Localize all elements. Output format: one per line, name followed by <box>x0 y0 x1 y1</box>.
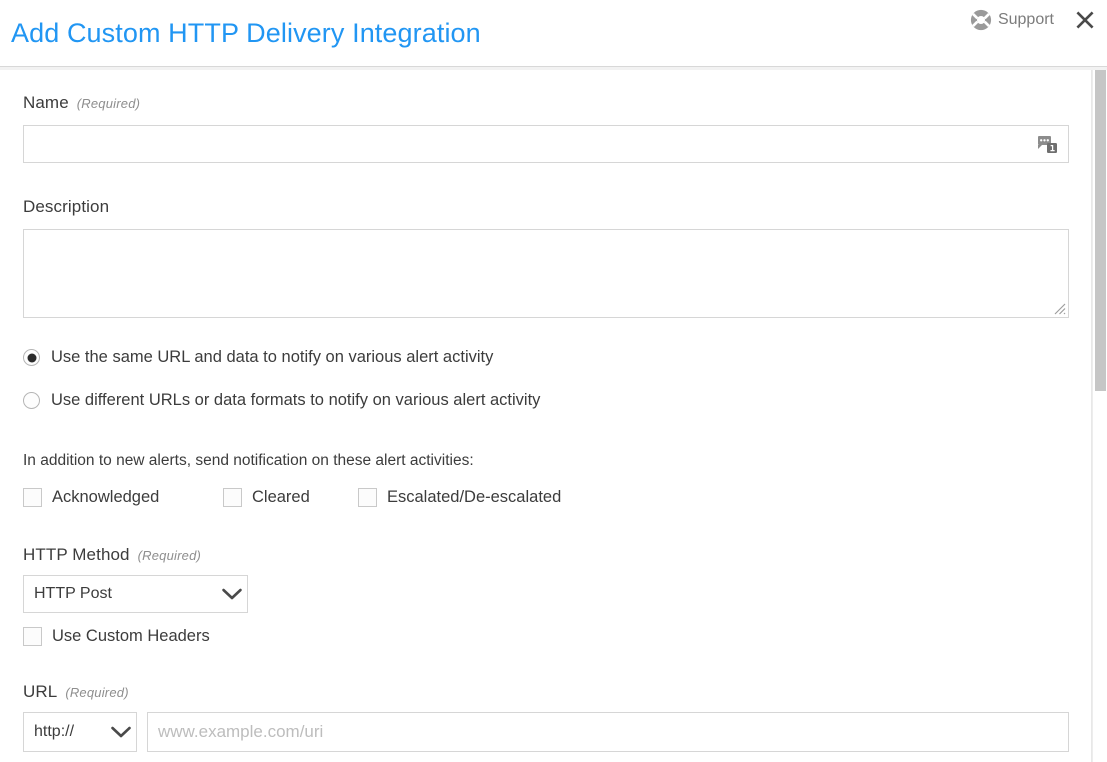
name-required-tag: (Required) <box>76 96 141 111</box>
checkbox-label-acknowledged: Acknowledged <box>52 488 160 506</box>
description-label-row: Description <box>23 197 109 217</box>
http-method-selected-value: HTTP Post <box>34 585 112 602</box>
close-dialog-button[interactable] <box>1068 3 1102 37</box>
radio-indicator-different-urls <box>23 392 40 409</box>
url-scheme-selected-value: http:// <box>34 723 75 740</box>
support-label: Support <box>997 11 1054 28</box>
url-label: URL <box>23 682 58 701</box>
checkbox-use-custom-headers[interactable]: Use Custom Headers <box>23 627 210 646</box>
radio-option-different-urls[interactable]: Use different URLs or data formats to no… <box>23 391 540 410</box>
url-required-tag: (Required) <box>65 685 129 700</box>
name-label-row: Name (Required) <box>23 93 140 113</box>
support-link[interactable]: Support <box>970 9 1054 31</box>
radio-label-different-urls: Use different URLs or data formats to no… <box>51 391 541 409</box>
integration-form: Name (Required) Description Use the same… <box>0 70 1092 762</box>
checkbox-label-cleared: Cleared <box>252 488 310 506</box>
radio-indicator-same-url <box>23 349 40 366</box>
header-actions: Support <box>970 0 1107 40</box>
alert-activities-checkbox-group: Acknowledged Cleared Escalated/De-escala… <box>23 488 561 507</box>
radio-option-same-url[interactable]: Use the same URL and data to notify on v… <box>23 348 493 367</box>
url-input-wrapper <box>147 712 1069 752</box>
scrollbar-thumb[interactable] <box>1095 70 1106 391</box>
close-icon <box>1076 11 1094 29</box>
chevron-down-icon <box>106 725 136 739</box>
dialog-header: Add Custom HTTP Delivery Integration Sup… <box>0 0 1107 68</box>
token-insert-icon[interactable] <box>1037 133 1059 155</box>
description-label: Description <box>23 197 110 216</box>
url-input[interactable] <box>148 713 1068 751</box>
description-textarea-wrapper <box>23 229 1069 318</box>
checkbox-box-escalated <box>358 488 377 507</box>
name-input-wrapper <box>23 125 1069 163</box>
checkbox-box-use-custom-headers <box>23 627 42 646</box>
name-input[interactable] <box>24 126 1068 162</box>
checkbox-box-acknowledged <box>23 488 42 507</box>
checkbox-acknowledged[interactable]: Acknowledged <box>23 488 223 507</box>
http-method-select[interactable]: HTTP Post <box>23 575 248 613</box>
radio-label-same-url: Use the same URL and data to notify on v… <box>51 348 494 366</box>
checkbox-label-escalated: Escalated/De-escalated <box>387 488 562 506</box>
url-scheme-select[interactable]: http:// <box>23 712 137 752</box>
checkbox-escalated[interactable]: Escalated/De-escalated <box>358 488 561 507</box>
checkbox-cleared[interactable]: Cleared <box>223 488 358 507</box>
chevron-down-icon <box>217 587 247 601</box>
lifebuoy-icon <box>970 9 992 31</box>
name-label: Name <box>23 93 69 112</box>
page-title: Add Custom HTTP Delivery Integration <box>11 18 481 48</box>
http-method-label: HTTP Method <box>23 545 130 564</box>
checkbox-box-cleared <box>223 488 242 507</box>
description-textarea[interactable] <box>24 230 1068 317</box>
checkbox-label-use-custom-headers: Use Custom Headers <box>52 627 210 645</box>
http-method-required-tag: (Required) <box>137 548 202 563</box>
alert-activities-note: In addition to new alerts, send notifica… <box>23 452 474 469</box>
scrollbar-track[interactable] <box>1092 70 1107 762</box>
url-label-row: URL (Required) <box>23 682 129 702</box>
http-method-label-row: HTTP Method (Required) <box>23 545 201 565</box>
